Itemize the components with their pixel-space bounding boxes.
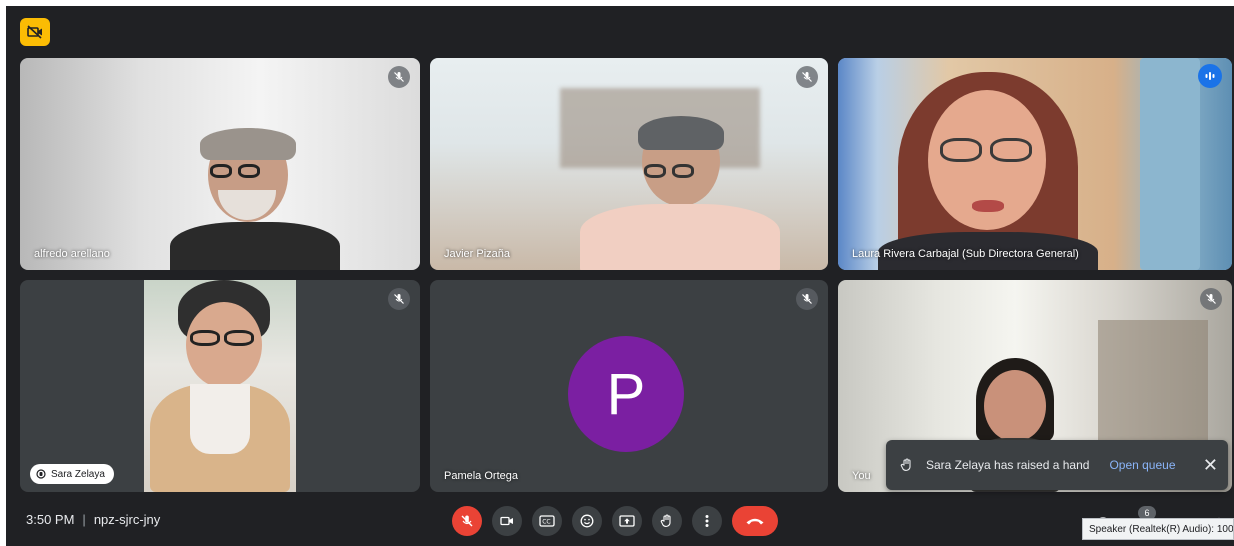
mic-off-icon [461, 515, 473, 527]
raise-hand-button[interactable] [652, 506, 682, 536]
emoji-reaction-button[interactable] [572, 506, 602, 536]
meeting-details: 3:50 PM | npz-sjrc-jny [26, 512, 160, 527]
hand-icon [36, 469, 46, 479]
more-icon [705, 515, 709, 527]
participant-name: alfredo arellano [34, 248, 110, 260]
avatar: P [568, 336, 684, 452]
leave-call-button[interactable] [732, 506, 778, 536]
participant-tile[interactable]: Sara Zelaya [20, 280, 420, 492]
notification-message: Sara Zelaya has raised a hand [926, 458, 1090, 472]
emoji-icon [580, 514, 594, 528]
open-queue-button[interactable]: Open queue [1109, 458, 1175, 472]
mic-toggle-button[interactable] [452, 506, 482, 536]
svg-text:CC: CC [542, 519, 550, 526]
raise-hand-icon [660, 514, 671, 527]
captions-icon: CC [539, 515, 555, 527]
mic-off-icon [388, 66, 410, 88]
participant-tile[interactable]: alfredo arellano [20, 58, 420, 270]
mic-off-icon [796, 66, 818, 88]
raise-hand-icon [900, 458, 911, 471]
meeting-code[interactable]: npz-sjrc-jny [94, 512, 160, 527]
present-icon [619, 515, 635, 527]
camera-icon [500, 516, 513, 526]
participant-video [150, 280, 290, 492]
speaking-indicator-icon [1198, 64, 1222, 88]
mic-off-icon [388, 288, 410, 310]
participant-name: Sara Zelaya [51, 468, 105, 480]
end-call-icon [746, 518, 764, 525]
meet-window: alfredo arellano Javier Pizaña Laura Riv… [6, 6, 1234, 546]
close-icon[interactable]: ✕ [1203, 455, 1218, 476]
call-controls: CC [452, 506, 778, 536]
participant-tile-active-speaker[interactable]: Laura Rivera Carbajal (Sub Directora Gen… [838, 58, 1232, 270]
clock: 3:50 PM [26, 512, 75, 527]
more-options-button[interactable] [692, 506, 722, 536]
audio-output-tooltip: Speaker (Realtek(R) Audio): 100% [1082, 518, 1234, 540]
raised-hand-notification: Sara Zelaya has raised a hand Open queue… [886, 440, 1228, 490]
camera-toggle-button[interactable] [492, 506, 522, 536]
participant-tile[interactable]: P Pamela Ortega [430, 280, 828, 492]
no-video-recording-icon [27, 25, 42, 39]
participant-video [170, 128, 340, 270]
captions-button[interactable]: CC [532, 506, 562, 536]
divider: | [82, 512, 86, 527]
raised-hand-chip: Sara Zelaya [30, 464, 114, 484]
participant-name: You [852, 470, 871, 482]
recording-badge[interactable] [20, 18, 50, 46]
participant-name: Pamela Ortega [444, 470, 518, 482]
participant-tile[interactable]: Javier Pizaña [430, 58, 828, 270]
participant-name: Laura Rivera Carbajal (Sub Directora Gen… [852, 248, 1079, 260]
mic-off-icon [1200, 288, 1222, 310]
present-screen-button[interactable] [612, 506, 642, 536]
participant-video [580, 116, 780, 270]
participant-video [878, 72, 1098, 270]
participant-name: Javier Pizaña [444, 248, 511, 260]
mic-off-icon [796, 288, 818, 310]
